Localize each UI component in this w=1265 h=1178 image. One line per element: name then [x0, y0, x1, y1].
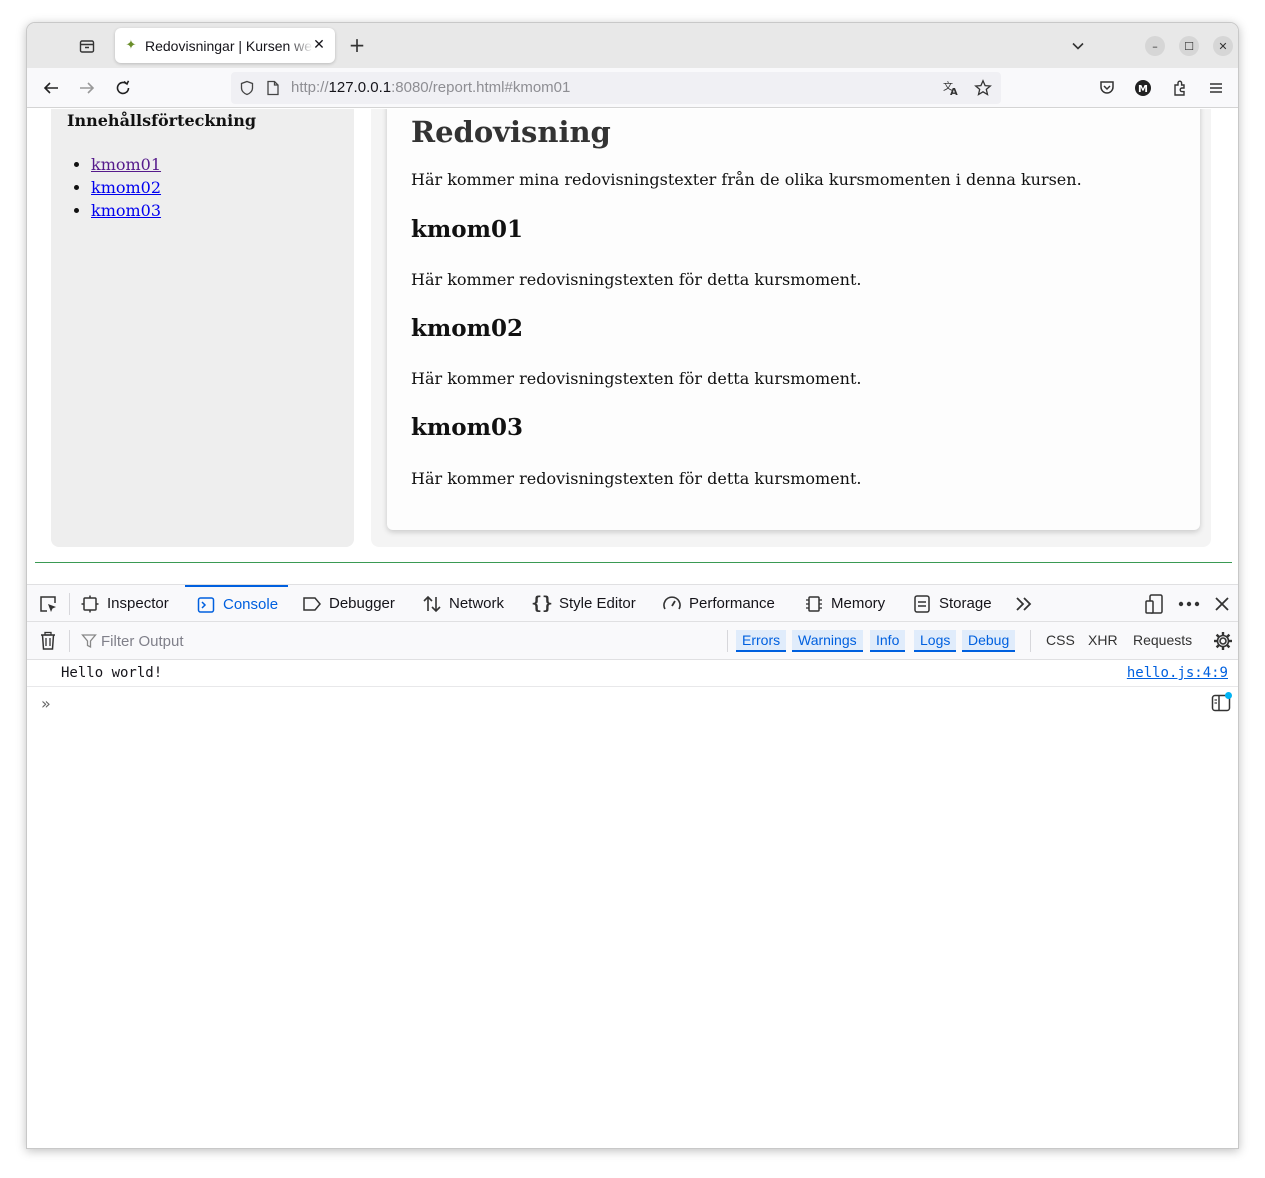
storage-icon — [911, 593, 933, 615]
filter-xhr-button[interactable]: XHR — [1088, 630, 1118, 652]
bookmark-star-icon[interactable] — [973, 78, 993, 98]
more-tabs-chevron-icon[interactable] — [1013, 593, 1035, 615]
toc-link-kmom02[interactable]: kmom02 — [91, 178, 161, 197]
svg-text:M: M — [1138, 84, 1148, 95]
notification-dot — [1225, 692, 1232, 699]
console-filter-bar: Errors Warnings Info Logs Debug CSS XHR … — [27, 622, 1238, 660]
inspector-icon — [79, 593, 101, 615]
maximize-button[interactable]: ☐ — [1179, 36, 1199, 56]
memory-icon — [803, 593, 825, 615]
tab-style-editor[interactable]: {} Style Editor — [531, 585, 636, 622]
minimize-button[interactable]: – — [1145, 36, 1165, 56]
close-devtools-icon[interactable] — [1211, 593, 1233, 615]
toc-link-kmom03[interactable]: kmom03 — [91, 201, 161, 220]
responsive-design-icon[interactable] — [1143, 593, 1165, 615]
tab-inspector[interactable]: Inspector — [79, 585, 169, 622]
devtools-panel: Inspector Console Debugger Network {} St… — [27, 584, 1238, 1148]
toc-link-kmom01[interactable]: kmom01 — [91, 155, 161, 174]
close-window-button[interactable]: ✕ — [1213, 36, 1233, 56]
style-editor-icon: {} — [531, 593, 553, 614]
sidebar-title: Innehållsförteckning — [67, 111, 257, 130]
element-picker-icon[interactable] — [37, 593, 59, 615]
filter-debug-button[interactable]: Debug — [962, 630, 1016, 652]
page-title: Redovisning — [411, 115, 611, 149]
network-icon — [421, 593, 443, 615]
intro-text: Här kommer mina redovisningstexter från … — [411, 170, 1082, 189]
main-article: Redovisning Här kommer mina redovisnings… — [387, 109, 1200, 530]
account-avatar-icon[interactable]: M — [1131, 76, 1155, 100]
table-of-contents: kmom01 kmom02 kmom03 — [91, 153, 161, 222]
svg-text:A: A — [950, 87, 958, 97]
tab-console[interactable]: Console — [185, 585, 289, 622]
toolbar-separator — [69, 593, 70, 615]
new-tab-button[interactable]: + — [345, 34, 369, 58]
filter-logs-button[interactable]: Logs — [914, 630, 957, 652]
page-icon[interactable] — [263, 78, 283, 98]
pocket-icon[interactable] — [1095, 76, 1119, 100]
chevron-down-icon[interactable] — [1067, 35, 1089, 57]
page-footer-strip — [35, 562, 1232, 563]
shield-icon[interactable] — [237, 78, 257, 98]
navigation-bar: http://127.0.0.1:8080/report.html#kmom01… — [27, 68, 1238, 108]
hamburger-menu-icon[interactable] — [1204, 76, 1228, 100]
tab-debugger[interactable]: Debugger — [301, 585, 395, 622]
devtools-toolbar: Inspector Console Debugger Network {} St… — [27, 584, 1238, 622]
tab-memory[interactable]: Memory — [803, 585, 885, 622]
tab-bar: ✦ Redovisningar | Kursen webapp ✕ + – ☐ … — [27, 23, 1238, 68]
gear-icon[interactable] — [1212, 630, 1234, 652]
extensions-icon[interactable] — [1168, 76, 1192, 100]
performance-icon — [661, 593, 683, 615]
filter-requests-button[interactable]: Requests — [1133, 630, 1192, 652]
filter-warnings-button[interactable]: Warnings — [792, 630, 863, 652]
section-heading-kmom01: kmom01 — [411, 216, 523, 243]
reload-icon[interactable] — [111, 76, 135, 100]
page-content: Innehållsförteckning kmom01 kmom02 kmom0… — [27, 109, 1238, 563]
filter-css-button[interactable]: CSS — [1046, 630, 1075, 652]
filter-separator — [69, 630, 70, 652]
list-item: kmom03 — [91, 199, 161, 222]
console-prompt-chevron-icon: » — [41, 694, 51, 713]
url-text[interactable]: http://127.0.0.1:8080/report.html#kmom01 — [291, 79, 570, 96]
console-message-text: Hello world! — [61, 665, 163, 681]
tab-network[interactable]: Network — [421, 585, 504, 622]
filter-output-input[interactable] — [83, 631, 723, 651]
console-icon — [195, 594, 217, 616]
tab-storage[interactable]: Storage — [911, 585, 992, 622]
filter-info-button[interactable]: Info — [870, 630, 906, 652]
tab-title: Redovisningar | Kursen webapp — [145, 37, 313, 54]
url-bar[interactable]: http://127.0.0.1:8080/report.html#kmom01… — [231, 72, 1001, 104]
browser-window: ✦ Redovisningar | Kursen webapp ✕ + – ☐ … — [26, 22, 1239, 1149]
console-message: Hello world! hello.js:4:9 — [27, 661, 1238, 687]
close-tab-icon[interactable]: ✕ — [311, 37, 327, 53]
filter-separator — [727, 630, 728, 652]
list-item: kmom02 — [91, 176, 161, 199]
tab-list-icon[interactable] — [75, 34, 99, 58]
section-text-kmom03: Här kommer redovisningstexten för detta … — [411, 469, 862, 488]
console-input[interactable] — [61, 692, 1201, 714]
section-heading-kmom02: kmom02 — [411, 315, 523, 342]
editor-mode-toggle-icon[interactable] — [1210, 692, 1232, 714]
filter-errors-button[interactable]: Errors — [736, 630, 787, 652]
sidebar: Innehållsförteckning kmom01 kmom02 kmom0… — [51, 109, 354, 547]
filter-separator — [1030, 630, 1031, 652]
translate-icon[interactable]: 文A — [941, 78, 961, 98]
section-text-kmom02: Här kommer redovisningstexten för detta … — [411, 369, 862, 388]
debugger-icon — [301, 593, 323, 615]
active-tab[interactable]: ✦ Redovisningar | Kursen webapp ✕ — [115, 28, 335, 63]
section-text-kmom01: Här kommer redovisningstexten för detta … — [411, 270, 862, 289]
list-item: kmom01 — [91, 153, 161, 176]
tab-performance[interactable]: Performance — [661, 585, 775, 622]
more-options-icon[interactable] — [1178, 593, 1200, 615]
section-heading-kmom03: kmom03 — [411, 414, 523, 441]
forward-arrow-icon[interactable] — [75, 76, 99, 100]
console-message-source-link[interactable]: hello.js:4:9 — [1127, 665, 1228, 681]
trash-icon[interactable] — [37, 630, 59, 652]
favicon-icon: ✦ — [125, 38, 137, 53]
back-arrow-icon[interactable] — [39, 76, 63, 100]
